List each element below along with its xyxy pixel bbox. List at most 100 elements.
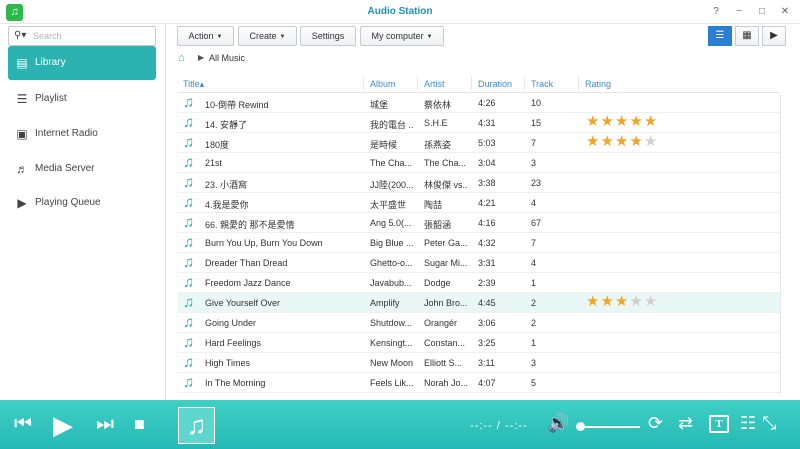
table-row[interactable]: ♫ 14. 安靜了 我的電台 ... S.H.E 4:31 15 ★★★★★ [178,113,780,133]
lyrics-icon[interactable]: T [709,415,729,433]
sidebar: ⚲▾ ▤ Library ☰ Playlist ▣ Internet Radio… [0,24,166,400]
next-icon[interactable]: ⏭ [96,413,114,436]
table-row[interactable]: ♫ In The Morning Feels Lik... Norah Jo... 4:… [178,373,780,393]
equalizer-icon[interactable]: ☷ [740,413,756,434]
star-icon[interactable]: ★ [629,293,643,310]
table-row[interactable]: ♫ Freedom Jazz Dance Javabub... Dodge 2:39 1 [178,273,780,293]
play-icon[interactable]: ▶ [53,410,73,441]
grid-view-button[interactable]: ▦ [735,26,759,46]
star-icon[interactable]: ★ [600,293,614,310]
column-header-track[interactable]: Track [531,79,553,89]
cell-artist: Dodge [424,278,451,288]
cell-duration: 3:11 [478,358,495,368]
column-divider[interactable] [363,76,364,90]
cell-artist: Sugar Mi... [424,258,468,268]
player-view-button[interactable]: ▶ [762,26,786,46]
table-row[interactable]: ♫ 10-倒帶 Rewind 城堡 蔡依林 4:26 10 [178,93,780,113]
table-row[interactable]: ♫ 23. 小酒窩 JJ陸(200... 林俊傑 vs... 3:38 23 [178,173,780,193]
column-header-album[interactable]: Album [370,79,396,89]
cell-track: 5 [531,378,537,388]
rating-stars[interactable]: ★★★★★ [586,114,658,130]
table-row[interactable]: ♫ 66. 親愛的 那不是愛情 Ang 5.0(... 張韶涵 4:16 67 [178,213,780,233]
column-header-title[interactable]: Title▴ [183,79,204,90]
table-row[interactable]: ♫ Going Under Shutdow... Orangér 3:06 2 [178,313,780,333]
source-select[interactable]: My computer ▼ [360,26,444,46]
close-icon[interactable]: ✕ [777,4,793,20]
list-view-button[interactable]: ☰ [708,26,732,46]
sidebar-item-label: Media Server [35,163,95,174]
sidebar-item-internet-radio[interactable]: ▣ Internet Radio [8,119,156,149]
star-icon[interactable]: ★ [615,133,629,150]
previous-icon[interactable]: ⏮ [14,413,32,436]
star-icon[interactable]: ★ [629,113,643,130]
cell-artist: John Bro... [424,298,468,308]
table-row[interactable]: ♫ 4.我是愛你 太平盛世 陶喆 4:21 4 [178,193,780,213]
cell-duration: 3:31 [478,258,496,268]
sidebar-item-label: Playing Queue [35,197,101,208]
table-row[interactable]: ♫ Dreader Than Dread Ghetto-o... Sugar Mi..… [178,253,780,273]
breadcrumb-label[interactable]: All Music [209,53,245,63]
cell-artist: Constan... [424,338,466,348]
star-icon[interactable]: ★ [644,113,658,130]
cell-title: Freedom Jazz Dance [205,278,291,288]
rating-stars[interactable]: ★★★★★ [586,294,658,310]
column-header-rating[interactable]: Rating [585,79,611,89]
column-divider[interactable] [471,76,472,90]
table-body: ♫ 10-倒帶 Rewind 城堡 蔡依林 4:26 10 ♫ 14. 安靜了 我的電台 ...… [178,93,780,393]
column-header-duration[interactable]: Duration [478,79,512,89]
music-note-icon: ♫ [183,314,195,331]
table-row[interactable]: ♫ Give Yourself Over Amplify John Bro... 4:4… [178,293,780,313]
cell-duration: 4:31 [478,118,496,128]
create-button[interactable]: Create ▼ [238,26,297,46]
star-icon[interactable]: ★ [644,133,658,150]
home-icon[interactable]: ⌂ [178,52,185,64]
star-icon[interactable]: ★ [629,133,643,150]
cell-title: Going Under [205,318,257,328]
column-divider[interactable] [578,76,579,90]
star-icon[interactable]: ★ [615,293,629,310]
star-icon[interactable]: ★ [586,293,600,310]
cell-artist: 陶喆 [424,200,443,210]
help-icon[interactable]: ? [708,4,724,20]
table-row[interactable]: ♫ Hard Feelings Kensingt... Constan... 3:25 1 [178,333,780,353]
column-divider[interactable] [524,76,525,90]
search-box[interactable]: ⚲▾ [8,26,156,46]
stop-icon[interactable]: ■ [134,414,145,435]
mini-player-icon[interactable]: ⤡ [762,413,776,434]
star-icon[interactable]: ★ [615,113,629,130]
minimize-icon[interactable]: − [731,4,747,20]
search-icon[interactable]: ⚲▾ [14,30,26,41]
shuffle-icon[interactable]: ⇄ [678,413,693,434]
star-icon[interactable]: ★ [644,293,658,310]
search-input[interactable] [33,29,151,43]
repeat-icon[interactable]: ⟳ [648,413,663,434]
cell-title: 23. 小酒窩 [205,180,248,190]
star-icon[interactable]: ★ [586,133,600,150]
cell-artist: S.H.E [424,118,448,128]
column-divider[interactable] [417,76,418,90]
maximize-icon[interactable]: □ [754,4,770,20]
scrollbar[interactable] [780,94,781,394]
table-row[interactable]: ♫ 21st The Cha... The Cha... 3:04 3 [178,153,780,173]
table-row[interactable]: ♫ 180度 是時候 孫燕姿 5:03 7 ★★★★★ [178,133,780,153]
sidebar-item-media-server[interactable]: ♬ Media Server [8,154,156,184]
star-icon[interactable]: ★ [600,133,614,150]
action-button[interactable]: Action ▼ [177,26,234,46]
table-row[interactable]: ♫ Burn You Up, Burn You Down Big Blue ... P… [178,233,780,253]
volume-track[interactable] [576,426,640,428]
sidebar-item-playlist[interactable]: ☰ Playlist [8,84,156,114]
volume-knob[interactable] [576,422,586,431]
album-cover-icon[interactable]: ♫ [178,407,215,444]
volume-icon[interactable]: 🔊 [547,413,569,434]
cell-artist: Norah Jo... [424,378,468,388]
cell-track: 4 [531,258,537,268]
star-icon[interactable]: ★ [600,113,614,130]
sidebar-item-library[interactable]: ▤ Library [8,46,156,80]
star-icon[interactable]: ★ [586,113,600,130]
settings-button[interactable]: Settings [300,26,356,46]
rating-stars[interactable]: ★★★★★ [586,134,658,150]
table-row[interactable]: ♫ High Times New Moon Elliott S... 3:11 3 [178,353,780,373]
cell-track: 15 [531,118,542,128]
column-header-artist[interactable]: Artist [424,79,445,89]
sidebar-item-playing-queue[interactable]: ▶ Playing Queue [8,188,156,218]
